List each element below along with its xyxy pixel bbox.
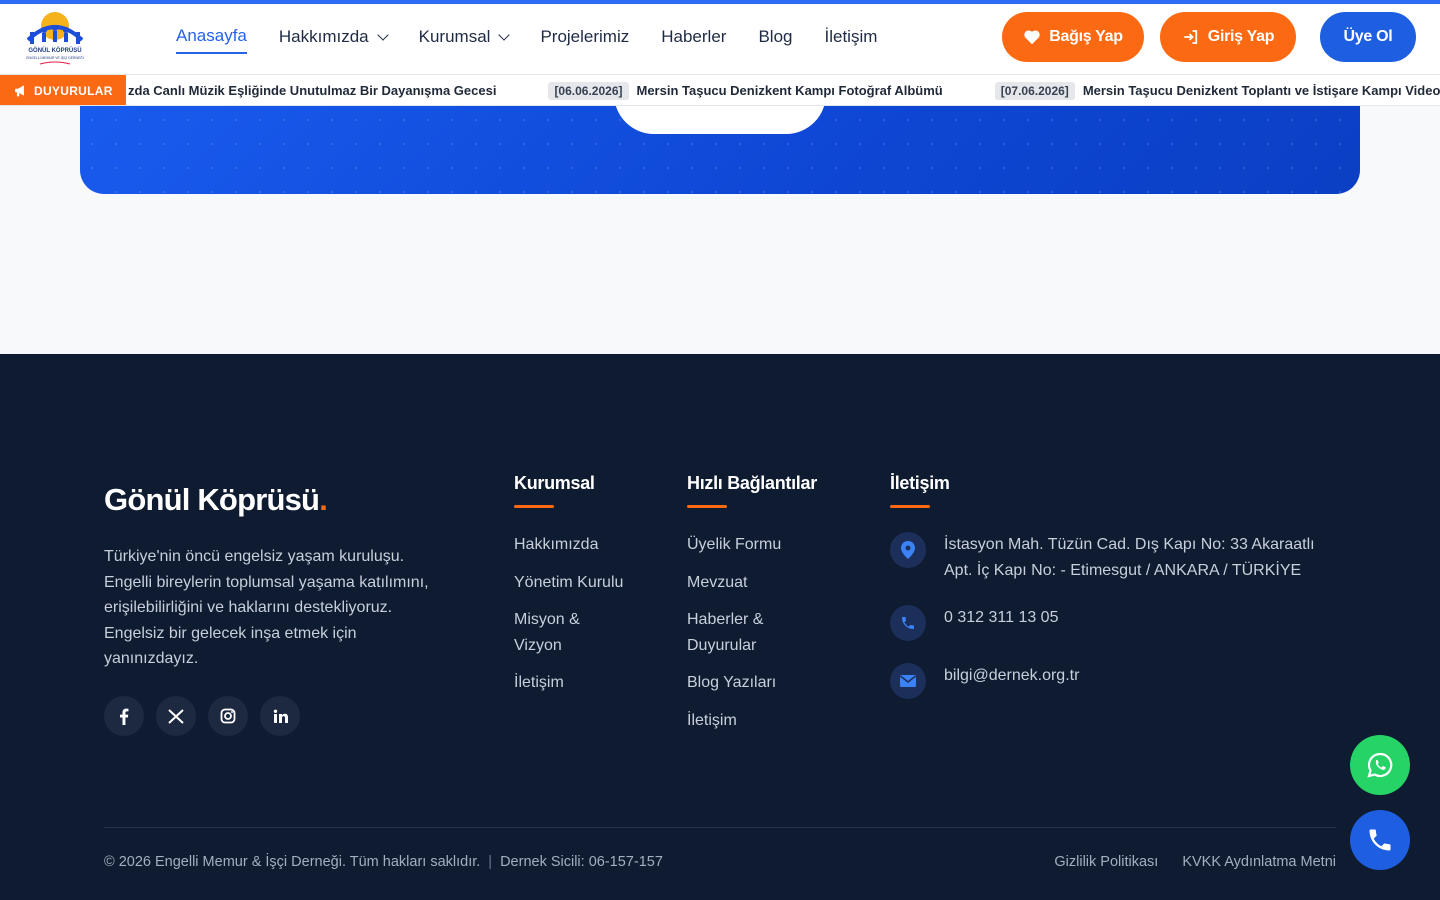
chevron-down-icon — [498, 29, 511, 41]
heart-icon — [1024, 30, 1040, 45]
phone-icon — [890, 605, 926, 641]
nav-item-label: Hakkımızda — [278, 27, 369, 46]
footer-link[interactable]: Haberler & Duyurular — [687, 607, 817, 658]
ticker-item[interactable]: zda Canlı Müzik Eşliğinde Unutulmaz Bir … — [128, 83, 496, 98]
footer-link[interactable]: İletişim — [514, 670, 624, 696]
announcements-label: DUYURULAR — [34, 83, 113, 98]
whatsapp-button[interactable] — [1350, 735, 1410, 795]
footer-link[interactable]: Hakkımızda — [514, 532, 624, 558]
registry-text: Dernek Sicili: 06-157-157 — [500, 854, 663, 870]
title-underline — [514, 505, 554, 508]
copyright: © 2026 Engelli Memur & İşçi Derneği. Tüm… — [104, 854, 663, 870]
site-header: GÖNÜL KÖPRÜSÜ ENGELLİ MEMUR VE İŞÇİ DERN… — [0, 0, 1440, 74]
ticker-track: zda Canlı Müzik Eşliğinde Unutulmaz Bir … — [128, 75, 1440, 105]
nav-item-about[interactable]: Hakkımızda — [278, 27, 389, 53]
footer-divider — [104, 827, 1336, 828]
nav-item-label: Kurumsal — [418, 27, 491, 46]
footer-link[interactable]: Blog Yazıları — [687, 670, 817, 696]
main-nav: Anasayfa Hakkımızda Kurumsal Projelerimi… — [176, 26, 877, 54]
nav-item-blog[interactable]: Blog — [758, 27, 792, 53]
nav-item-corporate[interactable]: Kurumsal — [418, 27, 511, 53]
megaphone-icon — [15, 85, 24, 97]
footer-brand: Gönül Köprüsü. — [104, 482, 328, 518]
site-logo[interactable]: GÖNÜL KÖPRÜSÜ ENGELLİ MEMUR VE İŞÇİ DERN… — [22, 6, 88, 70]
footer-link[interactable]: Mevzuat — [687, 570, 817, 596]
donate-label: Bağış Yap — [1049, 28, 1123, 45]
address-text: İstasyon Mah. Tüzün Cad. Dış Kapı No: 33… — [944, 536, 1315, 579]
linkedin-icon[interactable] — [260, 696, 300, 736]
copyright-text: © 2026 Engelli Memur & İşçi Derneği. Tüm… — [104, 854, 481, 870]
separator: | — [488, 854, 493, 870]
contact-address: İstasyon Mah. Tüzün Cad. Dış Kapı No: 33… — [890, 532, 1330, 583]
login-icon — [1184, 30, 1197, 44]
ticker-item-date: [06.06.2026] — [548, 81, 629, 100]
footer-brand-name: Gönül Köprüsü — [104, 482, 320, 517]
nav-item-home[interactable]: Anasayfa — [176, 26, 247, 54]
legal-links: Gizlilik Politikası KVKK Aydınlatma Metn… — [1054, 854, 1336, 870]
svg-text:GÖNÜL KÖPRÜSÜ: GÖNÜL KÖPRÜSÜ — [28, 47, 81, 54]
email-text: bilgi@dernek.org.tr — [944, 667, 1080, 684]
phone-icon — [1369, 829, 1391, 851]
footer-brand-dot: . — [319, 482, 328, 517]
nav-item-projects[interactable]: Projelerimiz — [540, 27, 629, 53]
footer-col-title: Hızlı Bağlantılar — [687, 473, 817, 493]
footer-col-quick-links: Hızlı Bağlantılar Üyelik Formu Mevzuat H… — [687, 472, 817, 745]
x-twitter-icon[interactable] — [156, 696, 196, 736]
ticker-item[interactable]: [06.06.2026] Mersin Taşucu Denizkent Kam… — [548, 81, 943, 100]
footer-link[interactable]: Misyon & Vizyon — [514, 607, 624, 658]
chevron-down-icon — [376, 29, 389, 41]
announcements-badge: DUYURULAR — [0, 75, 126, 105]
footer-col-title: İletişim — [890, 473, 950, 493]
nav-item-label: Projelerimiz — [540, 27, 630, 46]
instagram-icon[interactable] — [208, 696, 248, 736]
footer-link[interactable]: Yönetim Kurulu — [514, 570, 624, 596]
map-pin-icon — [890, 532, 926, 568]
envelope-icon — [890, 663, 926, 699]
site-footer: Gönül Köprüsü. Türkiye'nin öncü engelsiz… — [0, 354, 1440, 900]
signup-button[interactable]: Üye Ol — [1320, 12, 1416, 62]
footer-about-text: Türkiye'nin öncü engelsiz yaşam kuruluşu… — [104, 548, 429, 667]
ticker-item-text: Mersin Taşucu Denizkent Toplantı ve İsti… — [1082, 83, 1440, 98]
signup-label: Üye Ol — [1343, 28, 1393, 45]
footer-col-title: Kurumsal — [514, 473, 595, 493]
nav-item-label: Haberler — [661, 27, 727, 46]
login-button[interactable]: Giriş Yap — [1160, 12, 1296, 62]
nav-item-label: Blog — [758, 27, 793, 46]
nav-item-label: Anasayfa — [176, 26, 247, 45]
contact-email[interactable]: bilgi@dernek.org.tr — [890, 663, 1330, 699]
facebook-icon[interactable] — [104, 696, 144, 736]
ticker-item-date: [07.06.2026] — [994, 81, 1075, 100]
footer-link[interactable]: İletişim — [687, 708, 817, 734]
title-underline — [687, 505, 727, 508]
title-underline — [890, 505, 930, 508]
privacy-policy-link[interactable]: Gizlilik Politikası — [1054, 854, 1158, 870]
nav-item-label: İletişim — [824, 27, 878, 46]
ticker-item[interactable]: [07.06.2026] Mersin Taşucu Denizkent Top… — [994, 81, 1440, 100]
phone-text: 0 312 311 13 05 — [944, 609, 1059, 626]
footer-link[interactable]: Üyelik Formu — [687, 532, 817, 558]
svg-text:ENGELLİ MEMUR VE İŞÇİ DERNEĞİ: ENGELLİ MEMUR VE İŞÇİ DERNEĞİ — [26, 55, 84, 60]
kvkk-link[interactable]: KVKK Aydınlatma Metni — [1182, 854, 1336, 870]
ticker-item-text: zda Canlı Müzik Eşliğinde Unutulmaz Bir … — [128, 83, 497, 98]
call-button[interactable] — [1350, 810, 1410, 870]
nav-item-news[interactable]: Haberler — [661, 27, 726, 53]
ticker-item-text: Mersin Taşucu Denizkent Kampı Fotoğraf A… — [636, 83, 943, 98]
whatsapp-icon — [1367, 752, 1393, 778]
social-links — [104, 696, 300, 736]
announcement-ticker: DUYURULAR zda Canlı Müzik Eşliğinde Unut… — [0, 74, 1440, 106]
login-label: Giriş Yap — [1207, 28, 1275, 45]
footer-col-contact: İletişim İstasyon Mah. Tüzün Cad. Dış Ka… — [890, 472, 1330, 721]
donate-button[interactable]: Bağış Yap — [1002, 12, 1144, 62]
footer-col-corporate: Kurumsal Hakkımızda Yönetim Kurulu Misyo… — [514, 472, 624, 708]
contact-phone[interactable]: 0 312 311 13 05 — [890, 605, 1330, 641]
nav-item-contact[interactable]: İletişim — [824, 27, 877, 53]
